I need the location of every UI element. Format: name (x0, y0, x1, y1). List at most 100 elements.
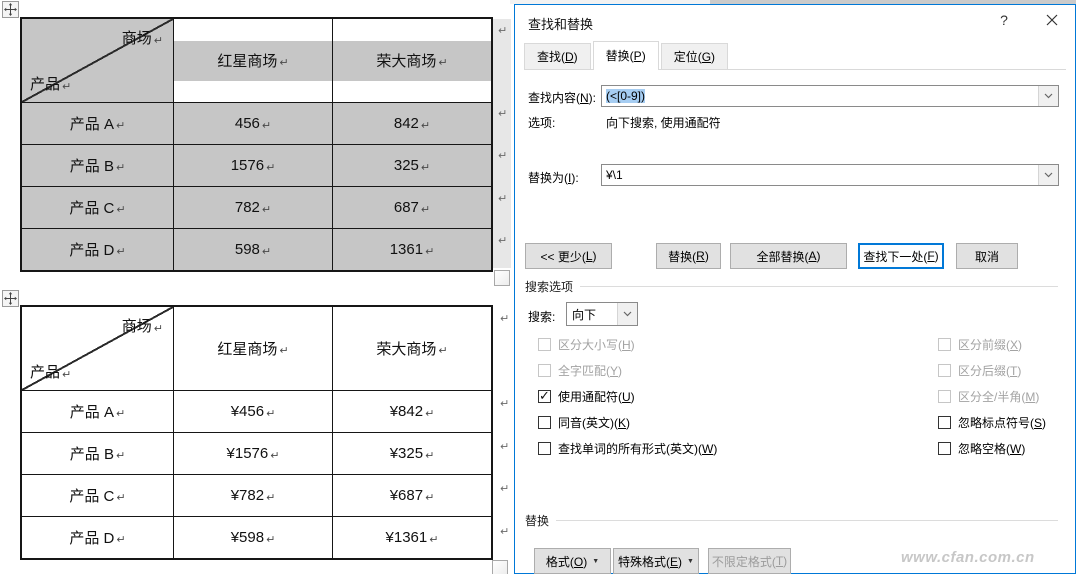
checkbox-box (938, 338, 951, 351)
row-label[interactable]: 产品 B (22, 144, 173, 186)
search-direction-select[interactable]: 向下 (566, 302, 638, 326)
corner-label-product: 产品 (30, 361, 71, 382)
paragraph-mark (496, 230, 510, 248)
tab-strip: 查找(D) 替换(P) 定位(G) (524, 41, 1066, 70)
table-move-handle-icon[interactable] (2, 290, 19, 307)
tab-find[interactable]: 查找(D) (524, 43, 591, 69)
table-resize-handle[interactable] (494, 270, 510, 286)
options-label: 选项: (528, 116, 556, 130)
format-menu-button[interactable]: 格式(O) ▼ (534, 548, 611, 574)
tab-replace[interactable]: 替换(P) (592, 41, 659, 70)
checkbox-box[interactable] (538, 442, 551, 455)
tab-goto[interactable]: 定位(G) (660, 43, 729, 69)
chevron-down-icon[interactable] (617, 303, 637, 325)
help-button[interactable]: ? (987, 5, 1021, 35)
column-header[interactable]: 荣大商场 (332, 307, 491, 390)
table-cell[interactable]: ¥598 (173, 516, 332, 558)
table-cell[interactable]: 782 (173, 186, 332, 228)
cancel-button[interactable]: 取消 (956, 243, 1018, 269)
column-header[interactable]: 荣大商场 (332, 19, 491, 102)
diagonal-header-cell[interactable]: 商场 产品 (22, 307, 173, 390)
checkbox-box[interactable] (538, 388, 551, 404)
table-cell[interactable]: ¥325 (332, 432, 491, 474)
checkbox-box[interactable] (538, 416, 551, 429)
move-arrows-icon (4, 3, 17, 16)
find-what-input[interactable]: (<[0-9]) (601, 85, 1059, 107)
replace-button[interactable]: 替换(R) (656, 243, 721, 269)
table-cell[interactable]: 842 (332, 102, 491, 144)
checkbox-sounds-like[interactable]: 同音(英文)(K) (538, 414, 630, 431)
replace-with-label: 替换为(I): (528, 171, 579, 185)
checkbox-word-forms[interactable]: 查找单词的所有形式(英文)(W) (538, 440, 717, 457)
checkbox-fullwidth-halfwidth: 区分全/半角(M) (938, 388, 1039, 405)
checkbox-match-prefix: 区分前缀(X) (938, 336, 1022, 353)
table-resize-handle[interactable] (492, 560, 508, 574)
row-label[interactable]: 产品 A (22, 390, 173, 432)
checkbox-ignore-whitespace[interactable]: 忽略空格(W) (938, 440, 1025, 457)
paragraph-mark (496, 145, 510, 163)
checkbox-box (538, 364, 551, 377)
paragraph-mark (496, 103, 510, 121)
replace-all-button[interactable]: 全部替换(A) (730, 243, 847, 269)
close-icon (1046, 14, 1058, 26)
paragraph-mark (498, 478, 512, 496)
combo-dropdown-button[interactable] (1038, 86, 1058, 106)
checkbox-box[interactable] (938, 416, 951, 429)
find-next-button[interactable]: 查找下一处(F) (858, 243, 944, 269)
dialog-title: 查找和替换 (528, 17, 594, 32)
less-button[interactable]: << 更少(L) (525, 243, 612, 269)
dropdown-caret-icon: ▼ (592, 557, 600, 565)
table-result: 商场 产品 红星商场 荣大商场 产品 A ¥456 ¥842 产品 B ¥157… (20, 305, 493, 560)
move-arrows-icon (4, 292, 17, 305)
checkbox-box[interactable] (938, 442, 951, 455)
row-label[interactable]: 产品 C (22, 186, 173, 228)
diagonal-header-cell[interactable]: 商场 产品 (22, 19, 173, 102)
search-options-group: 搜索选项 (525, 278, 1058, 295)
no-format-button: 不限定格式(T) (708, 548, 791, 574)
paragraph-mark (498, 436, 512, 454)
replace-group-label: 替换 (525, 514, 550, 528)
replace-with-input[interactable]: ¥\1 (601, 164, 1059, 186)
paragraph-mark (496, 188, 510, 206)
replace-group: 替换 (525, 512, 1058, 529)
checkbox-match-case: 区分大小写(H) (538, 336, 635, 353)
options-value: 向下搜索, 使用通配符 (606, 116, 721, 130)
table-cell[interactable]: 1576 (173, 144, 332, 186)
checkbox-ignore-punctuation[interactable]: 忽略标点符号(S) (938, 414, 1046, 431)
checkbox-use-wildcards[interactable]: 使用通配符(U) (538, 388, 635, 405)
screen: 商场 产品 红星商场 荣大商场 产品 A 456 842 产品 B 1576 3… (0, 0, 1076, 574)
combo-dropdown-button[interactable] (1038, 165, 1058, 185)
table-cell[interactable]: ¥842 (332, 390, 491, 432)
paragraph-mark (498, 521, 512, 539)
table-cell[interactable]: ¥687 (332, 474, 491, 516)
table-move-handle-icon[interactable] (2, 1, 19, 18)
paragraph-mark (498, 308, 512, 326)
row-label[interactable]: 产品 B (22, 432, 173, 474)
find-what-value: (<[0-9]) (606, 89, 646, 103)
row-label[interactable]: 产品 D (22, 228, 173, 270)
row-label[interactable]: 产品 C (22, 474, 173, 516)
search-direction-value: 向下 (572, 307, 597, 322)
find-what-label: 查找内容(N): (528, 91, 597, 105)
corner-label-market: 商场 (122, 27, 163, 48)
column-header[interactable]: 红星商场 (173, 307, 332, 390)
table-cell[interactable]: ¥1576 (173, 432, 332, 474)
close-button[interactable] (1035, 5, 1069, 35)
table-cell[interactable]: 456 (173, 102, 332, 144)
special-menu-button[interactable]: 特殊格式(E) ▼ (613, 548, 699, 574)
table-cell[interactable]: ¥1361 (332, 516, 491, 558)
checkbox-box (938, 390, 951, 403)
paragraph-mark (496, 20, 510, 38)
search-direction-label: 搜索: (528, 310, 556, 324)
table-cell[interactable]: 1361 (332, 228, 491, 270)
table-cell[interactable]: ¥456 (173, 390, 332, 432)
table-cell[interactable]: 325 (332, 144, 491, 186)
checkbox-box (538, 338, 551, 351)
find-replace-dialog: 查找和替换 ? 查找(D) 替换(P) 定位(G) 查找内容(N): (<[0-… (514, 4, 1076, 574)
table-cell[interactable]: 687 (332, 186, 491, 228)
column-header[interactable]: 红星商场 (173, 19, 332, 102)
row-label[interactable]: 产品 D (22, 516, 173, 558)
table-cell[interactable]: ¥782 (173, 474, 332, 516)
table-cell[interactable]: 598 (173, 228, 332, 270)
row-label[interactable]: 产品 A (22, 102, 173, 144)
